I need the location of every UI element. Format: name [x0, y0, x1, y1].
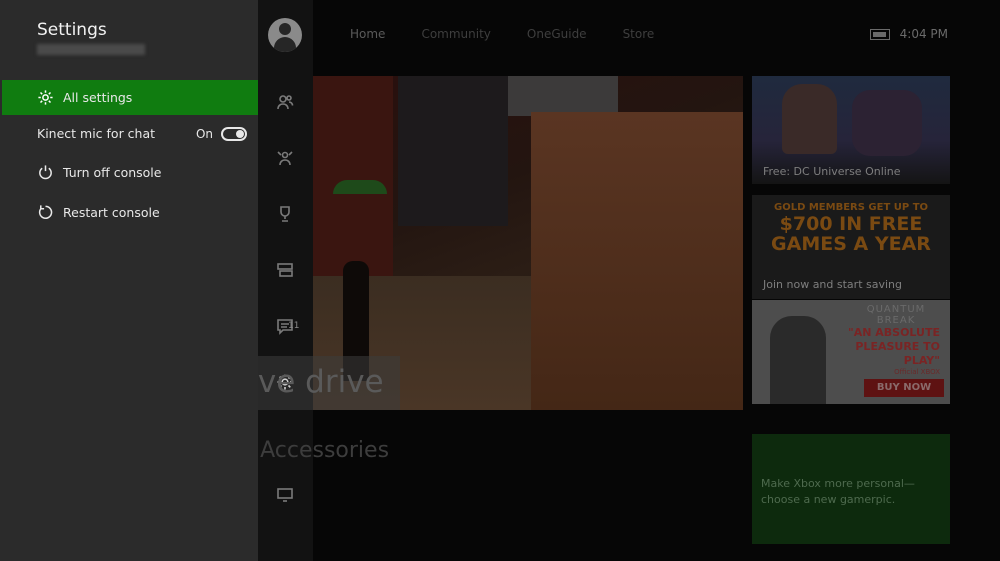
achievements-icon[interactable]: [274, 203, 296, 225]
tv-icon[interactable]: [274, 483, 296, 505]
gold-promo-caption: Join now and start saving: [763, 278, 902, 291]
quantum-attribution: Official XBOX: [894, 368, 940, 376]
gamerpic-caption: Make Xbox more personal—choose a new gam…: [761, 477, 915, 506]
avatar[interactable]: [268, 18, 302, 52]
turn-off-console-label: Turn off console: [63, 165, 162, 180]
gamertag-redacted: [37, 44, 145, 55]
gold-promo-line3: GAMES A YEAR: [771, 233, 931, 255]
gamerpic-tile[interactable]: Make Xbox more personal—choose a new gam…: [752, 434, 950, 544]
gear-icon: [35, 88, 55, 108]
dc-universe-caption: Free: DC Universe Online: [763, 165, 901, 178]
status-area: 4:04 PM: [869, 27, 948, 41]
top-bar: Home Community OneGuide Store 4:04 PM: [258, 0, 1000, 72]
gold-promo-line1: GOLD MEMBERS GET UP TO: [773, 202, 929, 213]
kinect-mic-toggle-state: On: [195, 126, 213, 141]
restart-console-label: Restart console: [63, 205, 160, 220]
quantum-break-tile[interactable]: QUANTUM BREAK "AN ABSOLUTE PLEASURE TO P…: [752, 300, 950, 404]
snap-icon[interactable]: [274, 259, 296, 281]
tab-store[interactable]: Store: [623, 27, 655, 41]
hero-caption: Live drive: [258, 364, 384, 400]
battery-icon: [869, 28, 890, 40]
gold-promo-tile[interactable]: GOLD MEMBERS GET UP TO $700 IN FREE GAME…: [752, 195, 950, 299]
all-settings-label: All settings: [63, 90, 133, 105]
power-icon: [35, 163, 55, 183]
quantum-break-logo: QUANTUM BREAK: [866, 304, 926, 326]
gold-promo-line2: $700 IN FREE: [779, 213, 923, 235]
tab-community[interactable]: Community: [421, 27, 490, 41]
buy-now-button[interactable]: BUY NOW: [864, 379, 944, 397]
section-caption: Games & Accessories: [258, 438, 390, 463]
tab-home[interactable]: Home: [350, 27, 385, 41]
quantum-quote-3: PLAY": [903, 354, 940, 367]
restart-icon: [35, 203, 55, 223]
kinect-mic-toggle[interactable]: [221, 126, 247, 141]
turn-off-console-item[interactable]: Turn off console: [2, 155, 258, 190]
guide-title: Settings: [37, 20, 107, 40]
quantum-quote-1: "AN ABSOLUTE: [847, 326, 940, 339]
restart-console-item[interactable]: Restart console: [2, 195, 258, 230]
tab-oneguide[interactable]: OneGuide: [527, 27, 587, 41]
home-tabs: Home Community OneGuide Store: [350, 27, 690, 41]
all-settings-item[interactable]: All settings: [2, 80, 258, 115]
kinect-mic-label: Kinect mic for chat: [37, 126, 156, 141]
settings-guide-panel: Settings All settings Kinect mic for cha…: [0, 0, 258, 561]
guide-icon-rail: 11: [258, 0, 400, 561]
friends-icon[interactable]: [274, 91, 296, 113]
party-icon[interactable]: [274, 147, 296, 169]
messages-count-badge: 11: [288, 321, 300, 331]
clock: 4:04 PM: [899, 27, 948, 41]
dc-universe-tile[interactable]: Free: DC Universe Online: [752, 76, 950, 184]
kinect-mic-item[interactable]: Kinect mic for chat On: [37, 116, 247, 151]
quantum-quote-2: PLEASURE TO: [855, 340, 940, 353]
